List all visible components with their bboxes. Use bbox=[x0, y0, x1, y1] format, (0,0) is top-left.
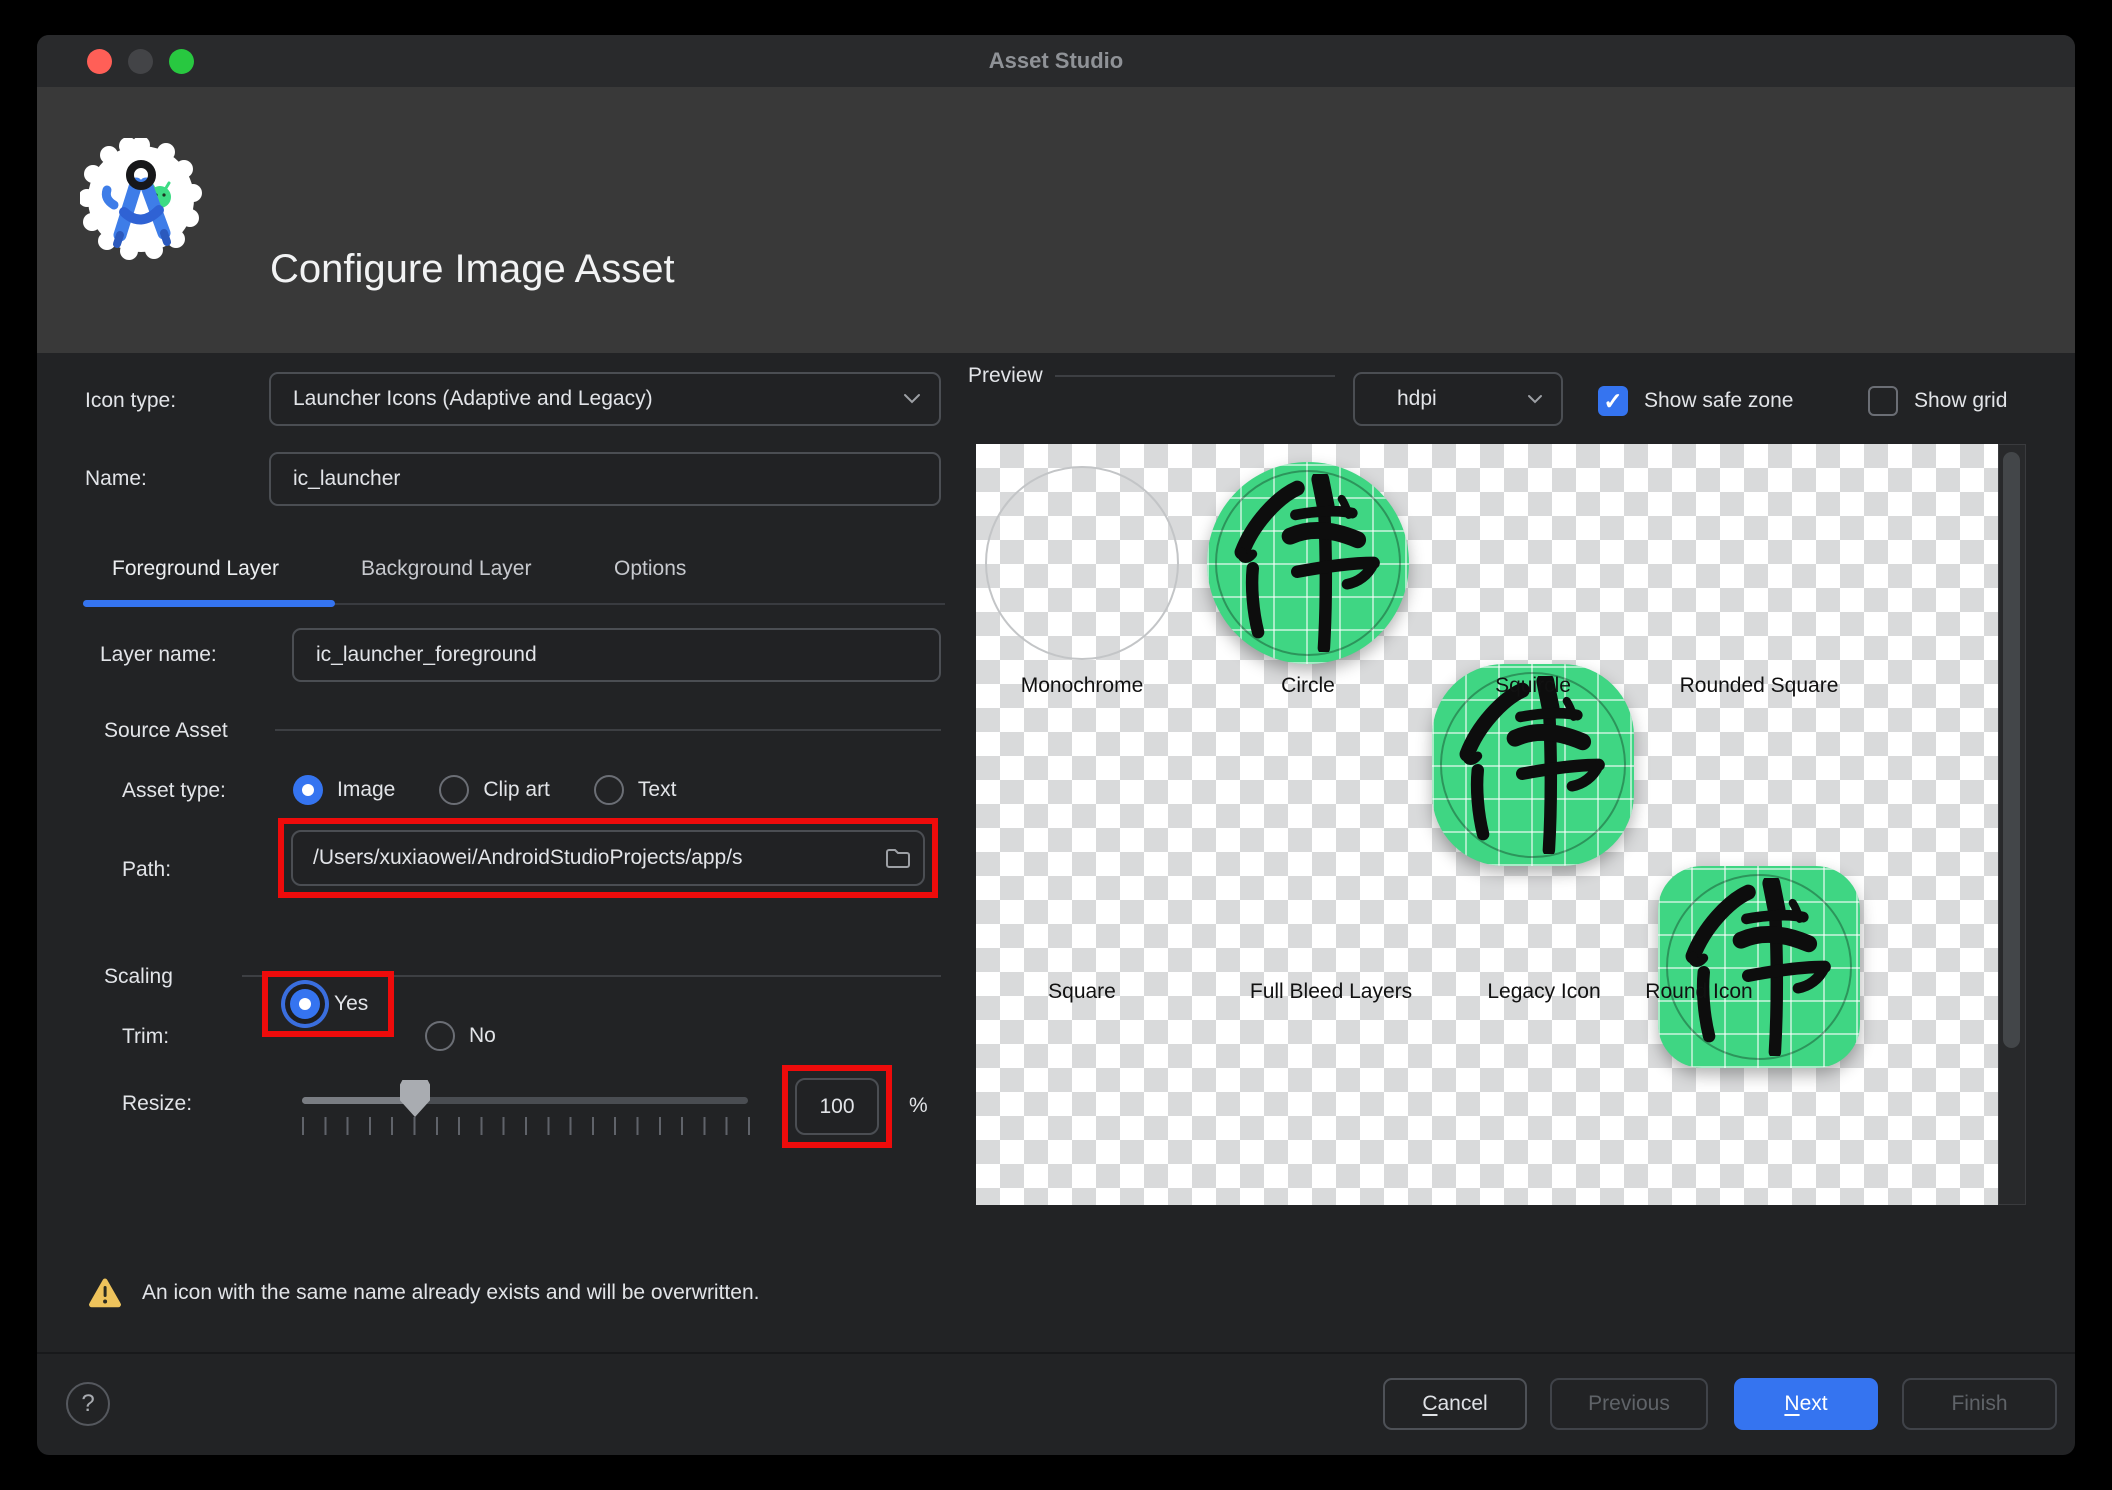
icon-label: Rounded Square bbox=[1680, 674, 1839, 698]
path-input[interactable]: /Users/xuxiaowei/AndroidStudioProjects/a… bbox=[291, 830, 925, 886]
trim-no-radio[interactable] bbox=[425, 1021, 455, 1051]
show-grid-checkbox[interactable] bbox=[1868, 386, 1898, 416]
resize-slider-ticks bbox=[302, 1117, 750, 1135]
preview-section-line bbox=[1055, 375, 1335, 377]
asset-type-label: Asset type: bbox=[122, 775, 226, 807]
resize-unit-label: % bbox=[909, 1090, 928, 1122]
path-value: /Users/xuxiaowei/AndroidStudioProjects/a… bbox=[313, 846, 743, 870]
icon-type-value: Launcher Icons (Adaptive and Legacy) bbox=[293, 387, 653, 411]
preview-monochrome-icon bbox=[985, 466, 1179, 660]
layer-name-value: ic_launcher_foreground bbox=[316, 643, 537, 667]
tab-foreground-layer[interactable]: Foreground Layer bbox=[112, 557, 279, 581]
asset-type-radio-group: Image Clip art Text bbox=[293, 775, 676, 805]
tab-options[interactable]: Options bbox=[614, 557, 686, 581]
icon-label: Squircle bbox=[1495, 674, 1571, 698]
resize-slider-thumb[interactable] bbox=[400, 1080, 430, 1117]
icon-label: Legacy Icon bbox=[1487, 980, 1600, 1004]
preview-scrollbar-thumb[interactable] bbox=[2003, 452, 2020, 1048]
icon-label: Square bbox=[1048, 980, 1116, 1004]
chevron-down-icon bbox=[1527, 394, 1543, 405]
active-tab-indicator bbox=[83, 600, 335, 607]
preview-rounded-square-icon bbox=[1658, 866, 1860, 1068]
name-label: Name: bbox=[85, 452, 147, 506]
previous-button[interactable]: Previous bbox=[1550, 1378, 1708, 1430]
trim-no-option: No bbox=[425, 1021, 496, 1051]
show-safe-zone-label: Show safe zone bbox=[1644, 389, 1793, 413]
warning-icon bbox=[88, 1277, 122, 1308]
warning-text: An icon with the same name already exist… bbox=[142, 1281, 759, 1305]
show-grid-label: Show grid bbox=[1914, 389, 2007, 413]
wizard-header: Configure Image Asset bbox=[37, 87, 2075, 353]
safe-zone-option: ✓ Show safe zone bbox=[1598, 386, 1793, 416]
preview-circle-icon bbox=[1207, 462, 1409, 664]
preview-section-title: Preview bbox=[968, 362, 1043, 390]
trim-label: Trim: bbox=[122, 1021, 169, 1053]
asset-type-text-radio[interactable] bbox=[594, 775, 624, 805]
asset-type-image-radio[interactable] bbox=[293, 775, 323, 805]
icon-label: Monochrome bbox=[1021, 674, 1144, 698]
icon-label: Full Bleed Layers bbox=[1250, 980, 1412, 1004]
cancel-button[interactable]: Cancel bbox=[1383, 1378, 1527, 1430]
resize-label: Resize: bbox=[122, 1088, 192, 1120]
folder-icon[interactable] bbox=[885, 847, 911, 869]
path-highlight-box: /Users/xuxiaowei/AndroidStudioProjects/a… bbox=[278, 818, 938, 898]
warning-row: An icon with the same name already exist… bbox=[88, 1277, 759, 1308]
path-label: Path: bbox=[122, 830, 171, 910]
name-value: ic_launcher bbox=[293, 467, 400, 491]
minimize-window-button[interactable] bbox=[128, 49, 153, 74]
window-title: Asset Studio bbox=[989, 48, 1123, 74]
scaling-section-title: Scaling bbox=[104, 963, 173, 991]
titlebar: Asset Studio bbox=[37, 35, 2075, 87]
android-studio-logo-icon bbox=[80, 138, 202, 260]
help-button[interactable]: ? bbox=[66, 1382, 110, 1426]
asset-type-clipart-radio[interactable] bbox=[439, 775, 469, 805]
icon-type-label: Icon type: bbox=[85, 374, 176, 428]
asset-type-clipart-label: Clip art bbox=[483, 778, 550, 802]
trim-yes-label: Yes bbox=[334, 992, 368, 1016]
resize-value-highlight-box: 100 bbox=[782, 1065, 892, 1148]
tab-background-layer[interactable]: Background Layer bbox=[361, 557, 531, 581]
icon-type-dropdown[interactable]: Launcher Icons (Adaptive and Legacy) bbox=[269, 372, 941, 426]
trim-no-label: No bbox=[469, 1024, 496, 1048]
icon-label: Round Icon bbox=[1645, 980, 1752, 1004]
footer-divider bbox=[37, 1352, 2075, 1354]
asset-studio-dialog: Asset Studio bbox=[37, 35, 2075, 1455]
dpi-dropdown[interactable]: hdpi bbox=[1353, 372, 1563, 426]
close-window-button[interactable] bbox=[87, 49, 112, 74]
trim-yes-radio[interactable] bbox=[290, 989, 320, 1019]
show-safe-zone-checkbox[interactable]: ✓ bbox=[1598, 386, 1628, 416]
resize-slider-fill bbox=[302, 1097, 415, 1104]
icon-label: Circle bbox=[1281, 674, 1335, 698]
resize-value: 100 bbox=[819, 1095, 854, 1119]
trim-yes-highlight-box: Yes bbox=[262, 971, 394, 1037]
source-asset-section-line bbox=[275, 729, 941, 731]
next-button[interactable]: Next bbox=[1734, 1378, 1878, 1430]
preview-canvas[interactable]: Monochrome Circle Squircle Rounded Squar… bbox=[976, 444, 1998, 1205]
zoom-window-button[interactable] bbox=[169, 49, 194, 74]
chevron-down-icon bbox=[903, 393, 921, 405]
asset-type-image-label: Image bbox=[337, 778, 395, 802]
resize-value-input[interactable]: 100 bbox=[795, 1078, 879, 1135]
layer-name-label: Layer name: bbox=[100, 628, 217, 682]
grid-option: Show grid bbox=[1868, 386, 2007, 416]
source-asset-section-title: Source Asset bbox=[104, 717, 228, 745]
finish-button[interactable]: Finish bbox=[1902, 1378, 2057, 1430]
page-title: Configure Image Asset bbox=[270, 247, 675, 292]
asset-type-text-label: Text bbox=[638, 778, 677, 802]
dpi-value: hdpi bbox=[1397, 387, 1437, 411]
layer-name-input[interactable]: ic_launcher_foreground bbox=[292, 628, 941, 682]
name-input[interactable]: ic_launcher bbox=[269, 452, 941, 506]
